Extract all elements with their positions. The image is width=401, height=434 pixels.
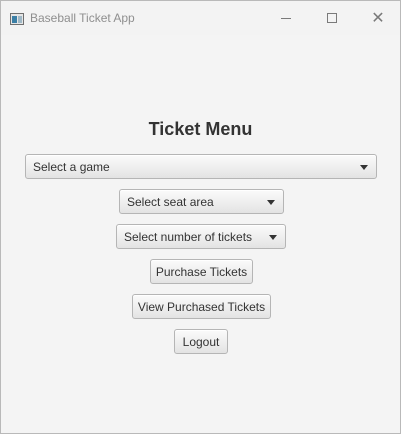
minimize-button[interactable] bbox=[263, 1, 309, 35]
dropdown-arrow-icon bbox=[269, 235, 277, 240]
ticket-count-select-value: Select number of tickets bbox=[124, 230, 253, 244]
app-window: Baseball Ticket App ✕ Ticket Menu Select… bbox=[0, 0, 401, 434]
title-bar[interactable]: Baseball Ticket App ✕ bbox=[1, 1, 400, 35]
ticket-count-select[interactable]: Select number of tickets bbox=[116, 224, 286, 249]
page-title: Ticket Menu bbox=[148, 119, 253, 139]
view-purchased-tickets-button[interactable]: View Purchased Tickets bbox=[132, 294, 271, 319]
app-window-icon bbox=[10, 13, 24, 25]
game-select[interactable]: Select a game bbox=[25, 154, 377, 179]
dropdown-arrow-icon bbox=[267, 200, 275, 205]
close-icon: ✕ bbox=[371, 8, 385, 27]
seat-area-select-value: Select seat area bbox=[127, 195, 214, 209]
maximize-icon bbox=[327, 13, 337, 23]
logout-button[interactable]: Logout bbox=[174, 329, 228, 354]
minimize-icon bbox=[281, 17, 291, 19]
maximize-button[interactable] bbox=[309, 1, 355, 35]
purchase-tickets-button[interactable]: Purchase Tickets bbox=[150, 259, 253, 284]
close-button[interactable]: ✕ bbox=[355, 1, 401, 35]
window-title: Baseball Ticket App bbox=[30, 11, 135, 25]
seat-area-select[interactable]: Select seat area bbox=[119, 189, 284, 214]
dropdown-arrow-icon bbox=[360, 165, 368, 170]
game-select-value: Select a game bbox=[33, 160, 110, 174]
